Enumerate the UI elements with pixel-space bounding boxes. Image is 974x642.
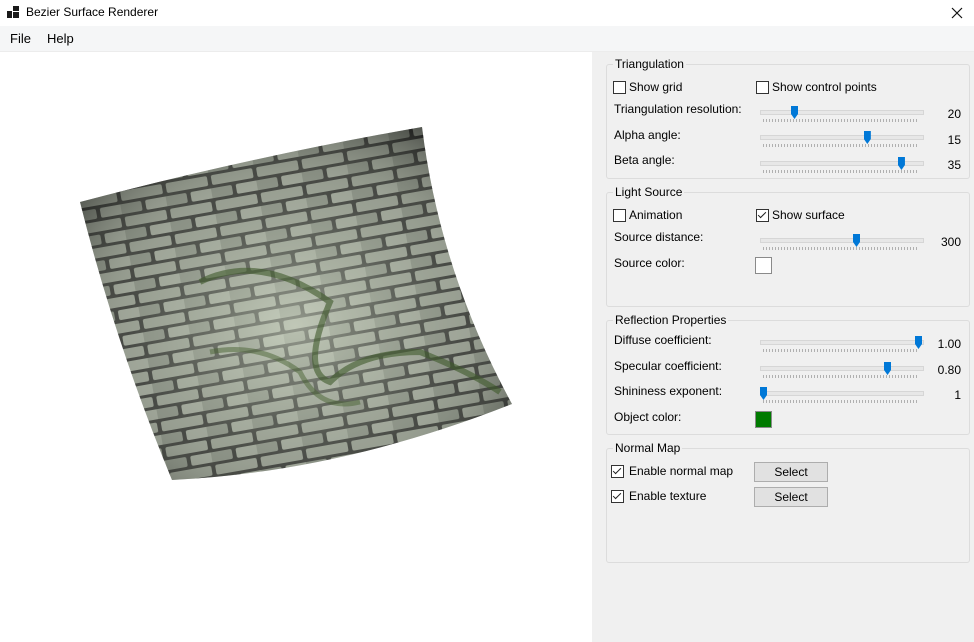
slider-track (760, 366, 924, 371)
diffuse-coefficient-slider[interactable] (760, 336, 924, 352)
select-normal-map-button[interactable]: Select (754, 462, 828, 482)
slider-thumb[interactable] (760, 387, 767, 400)
shininess-exponent-value: 1 (954, 388, 961, 402)
alpha-angle-label: Alpha angle: (614, 128, 681, 142)
bezier-surface (80, 127, 512, 480)
light-source-group: Light Source Animation Show surface Sour… (606, 185, 970, 307)
normal-map-title: Normal Map (613, 441, 683, 455)
source-distance-slider[interactable] (760, 234, 924, 250)
triangulation-resolution-value: 20 (947, 107, 961, 121)
slider-thumb[interactable] (884, 362, 891, 375)
shininess-exponent-label: Shininess exponent: (614, 384, 723, 398)
beta-angle-label: Beta angle: (614, 153, 675, 167)
enable-texture-label: Enable texture (629, 489, 707, 503)
slider-track (760, 238, 924, 243)
enable-texture-checkbox[interactable] (611, 490, 624, 503)
app-grid-icon (7, 6, 19, 18)
show-grid-checkbox[interactable] (613, 81, 626, 94)
slider-thumb[interactable] (791, 106, 798, 119)
select-texture-button[interactable]: Select (754, 487, 828, 507)
specular-coefficient-value: 0.80 (937, 363, 961, 377)
source-distance-value: 300 (940, 235, 961, 249)
show-surface-checkbox[interactable] (756, 209, 769, 222)
slider-thumb[interactable] (863, 131, 871, 144)
slider-track (760, 110, 924, 115)
render-viewport[interactable] (0, 52, 592, 642)
light-source-title: Light Source (613, 185, 685, 199)
show-control-points-checkbox[interactable] (756, 81, 769, 94)
triangulation-resolution-slider[interactable] (760, 106, 924, 122)
reflection-title: Reflection Properties (613, 313, 729, 327)
object-color-label: Object color: (614, 410, 682, 424)
close-button[interactable] (940, 0, 974, 26)
alpha-angle-slider[interactable] (760, 131, 924, 147)
slider-ticks (763, 170, 919, 173)
control-panel: Triangulation Show grid Show control poi… (592, 52, 974, 642)
animation-checkbox[interactable] (613, 209, 626, 222)
slider-ticks (763, 247, 919, 250)
slider-track (760, 340, 924, 345)
diffuse-coefficient-value: 1.00 (937, 337, 961, 351)
specular-coefficient-label: Specular coefficient: (614, 359, 722, 373)
menu-help[interactable]: Help (47, 31, 74, 46)
beta-angle-slider[interactable] (760, 157, 924, 173)
diffuse-coefficient-label: Diffuse coefficient: (614, 333, 712, 347)
source-color-label: Source color: (614, 256, 685, 270)
specular-coefficient-slider[interactable] (760, 362, 924, 378)
show-grid-label: Show grid (629, 80, 683, 94)
source-color-swatch[interactable] (755, 257, 772, 274)
shininess-exponent-slider[interactable] (760, 387, 924, 403)
triangulation-title: Triangulation (613, 57, 686, 71)
animation-label: Animation (629, 208, 683, 222)
source-distance-label: Source distance: (614, 230, 704, 244)
beta-angle-value: 35 (947, 158, 961, 172)
window-title: Bezier Surface Renderer (26, 5, 159, 19)
enable-normal-map-label: Enable normal map (629, 464, 734, 478)
normal-map-group: Normal Map Enable normal map Select Enab… (606, 441, 970, 563)
slider-ticks (763, 349, 919, 352)
object-color-swatch[interactable] (755, 411, 772, 428)
title-bar: Bezier Surface Renderer (0, 0, 974, 26)
triangulation-group: Triangulation Show grid Show control poi… (606, 57, 970, 179)
slider-ticks (763, 375, 919, 378)
show-control-points-label: Show control points (772, 80, 877, 94)
slider-ticks (763, 400, 919, 403)
slider-ticks (763, 119, 919, 122)
slider-track (760, 135, 924, 140)
slider-thumb[interactable] (897, 157, 905, 170)
slider-thumb[interactable] (853, 234, 860, 247)
slider-ticks (763, 144, 919, 147)
menu-file[interactable]: File (10, 31, 31, 46)
enable-normal-map-checkbox[interactable] (611, 465, 624, 478)
close-icon (951, 7, 963, 19)
alpha-angle-value: 15 (947, 133, 961, 147)
show-surface-label: Show surface (772, 208, 845, 222)
triangulation-resolution-label: Triangulation resolution: (614, 102, 742, 116)
reflection-group: Reflection Properties Diffuse coefficien… (606, 313, 970, 435)
slider-track (760, 391, 924, 396)
menu-bar: File Help (0, 26, 974, 52)
